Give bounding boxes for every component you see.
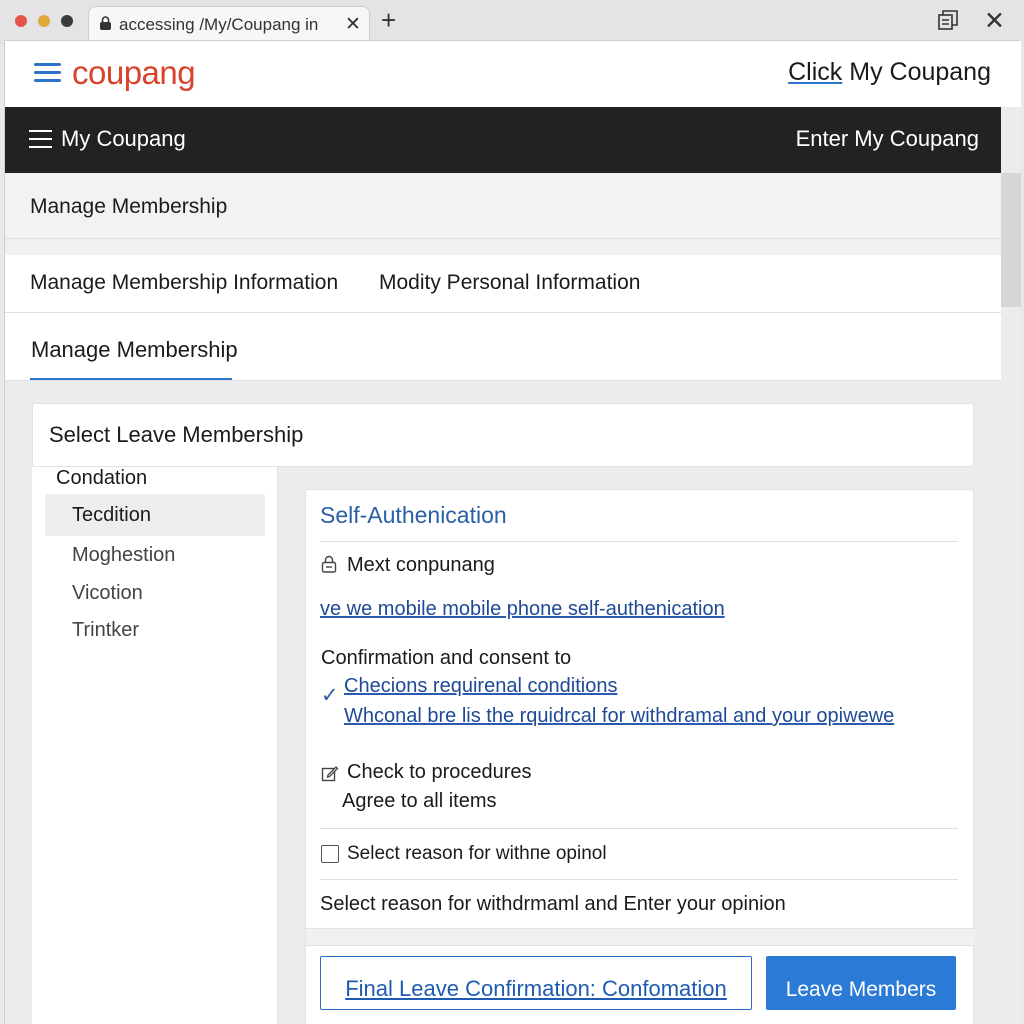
- conditions-link[interactable]: Checions requirenal conditions: [344, 675, 618, 698]
- checkbox-icon[interactable]: [321, 845, 339, 863]
- procedures-label: Check to procedures: [347, 761, 532, 783]
- lock-icon: [321, 555, 337, 573]
- scrollbar[interactable]: [1001, 107, 1021, 1024]
- auth-title: Self-Authenication: [320, 502, 507, 528]
- coupang-logo[interactable]: coupang: [72, 54, 196, 92]
- check-icon: ✓: [321, 684, 339, 707]
- sidebar-item-trintker[interactable]: Trintker: [45, 609, 265, 651]
- select-reason-text: Select reason for withdrmaml and Enter y…: [320, 893, 786, 915]
- tab-manage-membership[interactable]: Manage Membership: [31, 337, 238, 363]
- lock-icon: [100, 16, 111, 30]
- subtab-bar: Manage Membership Information Modity Per…: [5, 255, 1001, 313]
- divider: [320, 879, 958, 880]
- self-authentication-card: Self-Authenication Mext conpunang ve we …: [305, 489, 975, 1024]
- tab-modify-personal-information[interactable]: Modity Personal Information: [379, 271, 640, 295]
- withdrawal-requirements-link[interactable]: Whconal bre lis the rquidrcal for withdr…: [344, 705, 894, 728]
- leave-card-title: Select Leave Membership: [49, 422, 304, 447]
- leave-membership-card: Select Leave Membership: [32, 403, 974, 467]
- consent-heading: Confirmation and consent to: [321, 647, 572, 669]
- plus-icon[interactable]: +: [381, 5, 396, 36]
- sidebar-item-moghestion[interactable]: Moghestion: [45, 534, 265, 576]
- nav-title[interactable]: My Coupang: [61, 126, 186, 152]
- select-reason-checkbox-label[interactable]: Select reason for withпe opinol: [347, 843, 607, 865]
- lock-label: Mext conpunang: [347, 554, 495, 576]
- section-header: Manage Membership: [5, 173, 1001, 239]
- condition-sidebar: Condation Tecdition Moghestion Vicotion …: [32, 467, 278, 1024]
- nav-menu-icon[interactable]: [29, 130, 52, 148]
- tab-title: accessing /My/Coupang in: [119, 15, 319, 34]
- scrollbar-thumb[interactable]: [1001, 173, 1021, 307]
- card-separator: [306, 928, 975, 946]
- content-area: Select Leave Membership Condation Tecdit…: [5, 381, 1001, 1024]
- tab-close-icon[interactable]: ✕: [345, 13, 361, 36]
- active-tab-underline: [30, 378, 232, 380]
- enter-my-coupang-link[interactable]: Enter My Coupang: [796, 126, 979, 152]
- active-tab-row: Manage Membership: [5, 313, 1001, 381]
- sidebar-item-tecdition[interactable]: Tecdition: [45, 494, 265, 536]
- window-close-dot[interactable]: [15, 15, 27, 27]
- close-icon[interactable]: ✕: [984, 6, 1005, 36]
- window-restore-icon[interactable]: [937, 9, 959, 31]
- section-title: Manage Membership: [30, 195, 228, 218]
- mobile-authentication-link[interactable]: ve we mobile mobile phone self-authenica…: [320, 598, 725, 621]
- agree-all-label[interactable]: Agree to all items: [342, 790, 497, 813]
- header-my-coupang-link[interactable]: Click My Coupang: [788, 58, 991, 87]
- browser-chrome: accessing /My/Coupang in ✕ + ✕: [0, 0, 1024, 44]
- tab-manage-membership-information[interactable]: Manage Membership Information: [30, 271, 338, 295]
- window-maximize-dot[interactable]: [61, 15, 73, 27]
- hamburger-icon[interactable]: [34, 63, 61, 83]
- window-minimize-dot[interactable]: [38, 15, 50, 27]
- divider: [320, 541, 958, 542]
- edit-icon: [321, 766, 339, 782]
- site-header: coupang Click My Coupang: [5, 41, 1021, 107]
- header-cta-text: My Coupang: [842, 58, 991, 86]
- click-link[interactable]: Click: [788, 58, 842, 86]
- final-leave-confirmation-button[interactable]: Final Leave Confirmation: Confomation: [320, 956, 752, 1010]
- divider: [320, 828, 958, 829]
- browser-tab[interactable]: accessing /My/Coupang in ✕: [88, 6, 370, 40]
- sidebar-item-vicotion[interactable]: Vicotion: [45, 572, 265, 614]
- app-window: coupang Click My Coupang My Coupang Ente…: [4, 40, 1021, 1024]
- sidebar-heading: Condation: [56, 467, 148, 489]
- main-navbar: My Coupang Enter My Coupang: [5, 107, 1001, 173]
- leave-members-button[interactable]: Leave Members: [766, 956, 956, 1010]
